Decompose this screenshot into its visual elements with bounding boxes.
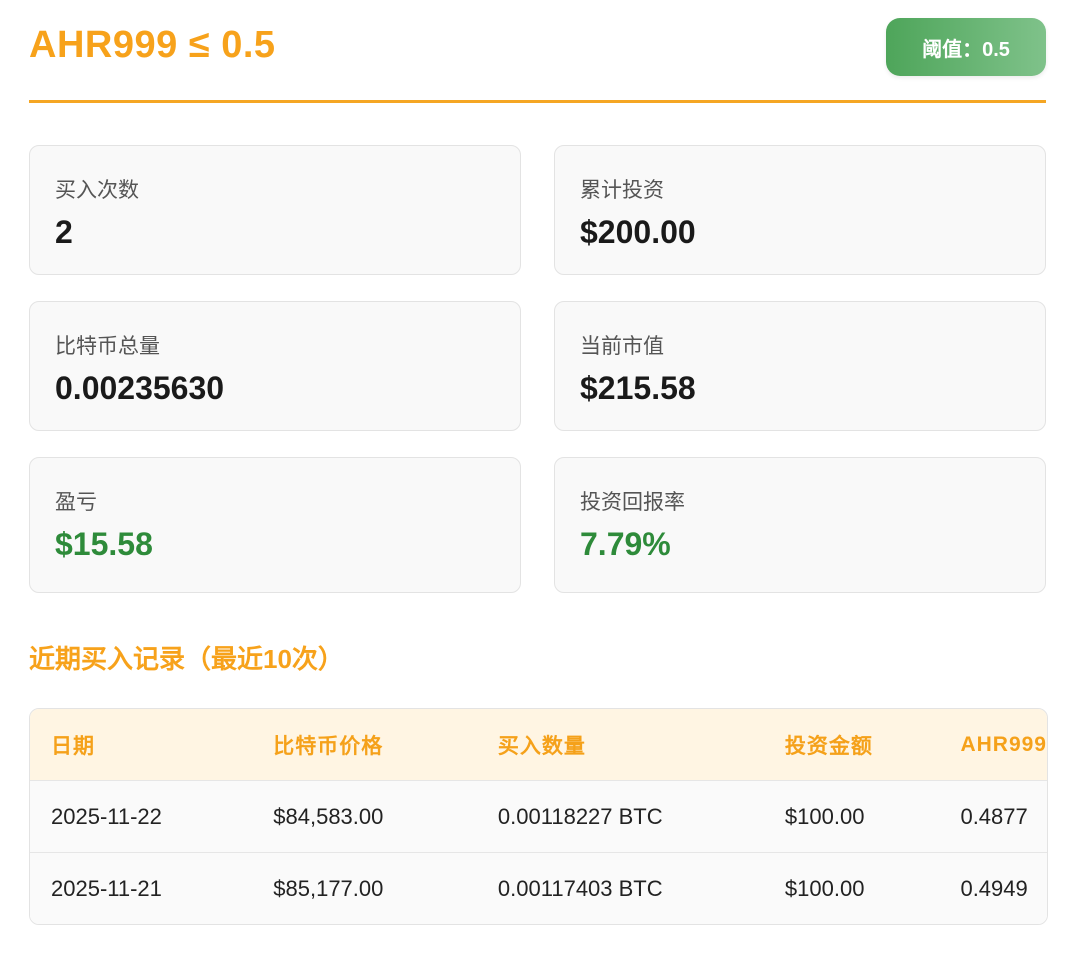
stat-label: 投资回报率: [580, 491, 685, 514]
stat-label: 买入次数: [55, 179, 139, 202]
column-header-ahr999: AHR999: [939, 709, 1047, 781]
stat-value: $200.00: [580, 214, 696, 250]
column-header-price: 比特币价格: [252, 709, 477, 781]
column-header-amount: 买入数量: [476, 709, 764, 781]
stats-grid: 买入次数 2 累计投资 $200.00 比特币总量 0.00235630 当前市…: [29, 145, 1046, 619]
stat-card-market-value: 当前市值 $215.58: [554, 301, 1046, 431]
stat-card-pnl: 盈亏 $15.58: [29, 457, 521, 593]
stat-value: 2: [55, 214, 73, 250]
cell-ahr999: 0.4877: [939, 780, 1047, 853]
stat-value: $15.58: [55, 526, 153, 562]
cell-date: 2025-11-21: [30, 852, 253, 924]
page: AHR999 ≤ 0.5 阈值：0.5 买入次数 2 累计投资 $200.00 …: [0, 0, 1080, 956]
cell-amount: 0.00117403 BTC: [476, 852, 764, 924]
records-title: 近期买入记录（最近10次）: [29, 644, 344, 674]
table-header-row: 日期 比特币价格 买入数量 投资金额 AHR999: [30, 709, 1047, 781]
page-title: AHR999 ≤ 0.5: [29, 24, 276, 66]
threshold-badge: 阈值：0.5: [886, 18, 1046, 76]
header: AHR999 ≤ 0.5 阈值：0.5: [29, 0, 1046, 103]
cell-price: $84,583.00: [252, 780, 477, 853]
stat-value: 0.00235630: [55, 370, 225, 406]
column-header-date: 日期: [30, 709, 253, 781]
records-table: 日期 比特币价格 买入数量 投资金额 AHR999 2025-11-22 $84…: [29, 708, 1048, 925]
cell-ahr999: 0.4949: [939, 852, 1047, 924]
cell-invested: $100.00: [763, 852, 940, 924]
stat-card-total-invested: 累计投资 $200.00: [554, 145, 1046, 275]
stat-card-btc-total: 比特币总量 0.00235630: [29, 301, 521, 431]
stat-label: 累计投资: [580, 179, 664, 202]
stat-label: 盈亏: [55, 491, 97, 514]
cell-price: $85,177.00: [252, 852, 477, 924]
cell-amount: 0.00118227 BTC: [476, 780, 764, 853]
stat-card-roi: 投资回报率 7.79%: [554, 457, 1046, 593]
stat-label: 当前市值: [580, 335, 664, 358]
cell-invested: $100.00: [763, 780, 940, 853]
stat-value: 7.79%: [580, 526, 671, 562]
stat-label: 比特币总量: [55, 335, 160, 358]
table-row: 2025-11-21 $85,177.00 0.00117403 BTC $10…: [30, 852, 1047, 924]
table-row: 2025-11-22 $84,583.00 0.00118227 BTC $10…: [30, 780, 1047, 853]
stat-value: $215.58: [580, 370, 696, 406]
column-header-invested: 投资金额: [763, 709, 940, 781]
cell-date: 2025-11-22: [30, 780, 253, 853]
stat-card-buy-count: 买入次数 2: [29, 145, 521, 275]
